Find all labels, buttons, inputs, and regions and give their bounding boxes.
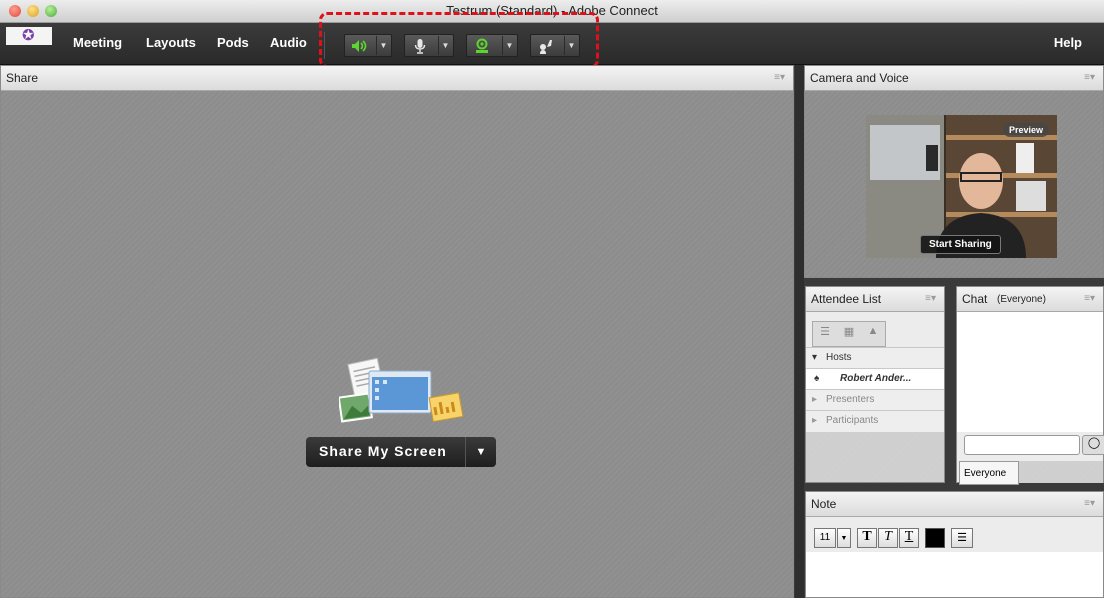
note-pod-title: Note xyxy=(811,497,837,511)
chat-scope-label: (Everyone) xyxy=(997,294,1046,305)
sort-view-icon[interactable]: ▲ xyxy=(863,325,883,341)
chat-tab-everyone[interactable]: Everyone xyxy=(959,461,1019,485)
chat-tab-bar xyxy=(1019,461,1103,483)
triangle-right-icon: ▸ xyxy=(812,394,818,405)
chevron-down-icon[interactable]: ▼ xyxy=(465,437,496,467)
attendee-pod-title: Attendee List xyxy=(811,292,882,306)
camera-preview-video: Preview Start Sharing xyxy=(866,115,1057,258)
note-pod: Note ≡▾ 11 ▼ T T T ☰ xyxy=(805,491,1104,598)
expand-view-icon[interactable]: ▦ xyxy=(839,325,859,341)
pod-menu-icon[interactable]: ≡▾ xyxy=(1084,498,1095,509)
share-area: Share My Screen ▼ xyxy=(1,91,793,597)
menu-layouts[interactable]: Layouts xyxy=(146,35,196,50)
chat-tab-label: Everyone xyxy=(964,468,1007,479)
star-icon: ✪ xyxy=(22,27,35,44)
pod-menu-icon[interactable]: ≡▾ xyxy=(1084,72,1095,83)
adobe-connect-logo: ✪ xyxy=(6,27,52,45)
group-hosts-row[interactable]: ▾ Hosts xyxy=(806,347,944,369)
list-view-icon[interactable]: ☰ xyxy=(815,325,835,341)
camera-voice-pod: Camera and Voice ≡▾ Preview Start Sharin… xyxy=(804,65,1104,278)
font-size-select[interactable]: 11 xyxy=(814,528,836,548)
attendee-name: Robert Ander... xyxy=(840,373,912,384)
host-user-icon: ♠ xyxy=(814,373,820,384)
bullet-list-icon[interactable]: ☰ xyxy=(951,528,973,548)
menu-meeting[interactable]: Meeting xyxy=(73,35,122,50)
note-pod-header: Note ≡▾ xyxy=(806,492,1103,517)
share-my-screen-button[interactable]: Share My Screen ▼ xyxy=(306,437,496,467)
chat-pod-title: Chat xyxy=(962,292,988,306)
bold-icon[interactable]: T xyxy=(857,528,877,548)
chevron-down-icon[interactable]: ▼ xyxy=(837,528,851,548)
note-text-area[interactable] xyxy=(806,552,1103,597)
pod-divider xyxy=(795,65,804,598)
share-pod-title: Share xyxy=(6,71,39,85)
share-pod: Share ≡▾ Share My Screen ▼ xyxy=(0,65,794,598)
italic-icon[interactable]: T xyxy=(878,528,898,548)
preview-badge: Preview xyxy=(1002,123,1049,137)
camera-area: Preview Start Sharing xyxy=(805,91,1103,277)
camera-pod-header: Camera and Voice ≡▾ xyxy=(805,66,1103,91)
camera-pod-title: Camera and Voice xyxy=(810,71,909,85)
group-presenters-label: Presenters xyxy=(826,394,875,405)
group-participants-row[interactable]: ▸ Participants xyxy=(806,410,944,432)
pod-menu-icon[interactable]: ≡▾ xyxy=(925,293,936,304)
triangle-right-icon: ▸ xyxy=(812,415,818,426)
triangle-down-icon: ▾ xyxy=(812,352,818,363)
share-pod-header: Share ≡▾ xyxy=(1,66,793,91)
chat-message-input[interactable] xyxy=(964,435,1080,455)
toolbar-highlight-annotation xyxy=(319,12,599,68)
group-hosts-label: Hosts xyxy=(826,352,852,363)
share-my-screen-label: Share My Screen xyxy=(319,443,447,459)
attendee-pod-header: Attendee List ≡▾ xyxy=(806,287,944,312)
send-message-icon[interactable]: ◯ xyxy=(1082,435,1104,455)
text-color-swatch[interactable] xyxy=(925,528,945,548)
menu-pods[interactable]: Pods xyxy=(217,35,249,50)
chat-pod: Chat (Everyone) ≡▾ ◯ Everyone xyxy=(956,286,1104,485)
group-presenters-row[interactable]: ▸ Presenters xyxy=(806,389,944,411)
attendee-empty-area xyxy=(806,432,944,482)
underline-icon[interactable]: T xyxy=(899,528,919,548)
group-participants-label: Participants xyxy=(826,415,879,426)
pod-menu-icon[interactable]: ≡▾ xyxy=(1084,293,1095,304)
menu-help[interactable]: Help xyxy=(1054,35,1082,50)
attendee-row[interactable]: ♠ Robert Ander... xyxy=(806,368,944,390)
menu-audio[interactable]: Audio xyxy=(270,35,307,50)
attendee-view-toolbar: ☰ ▦ ▲ xyxy=(812,321,886,347)
chat-messages-area xyxy=(957,312,1103,432)
start-sharing-button[interactable]: Start Sharing xyxy=(920,235,1001,254)
pod-menu-icon[interactable]: ≡▾ xyxy=(774,72,785,83)
attendee-list-pod: Attendee List ≡▾ ☰ ▦ ▲ ▾ Hosts ♠ Robert … xyxy=(805,286,945,483)
share-content-icon xyxy=(337,357,467,429)
chat-pod-header: Chat (Everyone) ≡▾ xyxy=(957,287,1103,312)
